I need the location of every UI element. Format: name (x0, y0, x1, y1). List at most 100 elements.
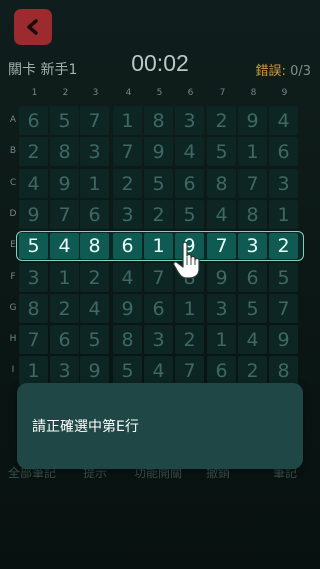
cell-D7[interactable]: 4 (207, 200, 236, 229)
cell-D4[interactable]: 3 (113, 200, 142, 229)
cell-A8[interactable]: 9 (238, 106, 267, 135)
column-label-4: 4 (125, 88, 132, 98)
column-label-6: 6 (187, 88, 194, 98)
cell-E7[interactable]: 7 (207, 233, 236, 259)
cell-B3[interactable]: 3 (80, 137, 109, 166)
row-label-A: A (9, 115, 17, 125)
cell-H2[interactable]: 6 (50, 325, 79, 354)
cell-E1[interactable]: 5 (19, 233, 48, 259)
cell-C9[interactable]: 3 (269, 169, 298, 198)
cell-C2[interactable]: 9 (50, 169, 79, 198)
cell-A2[interactable]: 5 (50, 106, 79, 135)
cell-B1[interactable]: 2 (19, 137, 48, 166)
row-label-B: B (9, 146, 17, 156)
cell-I5[interactable]: 4 (144, 356, 173, 385)
cell-E3[interactable]: 8 (80, 233, 109, 259)
cell-C6[interactable]: 6 (175, 169, 204, 198)
cell-G1[interactable]: 8 (19, 294, 48, 323)
cell-B6[interactable]: 4 (175, 137, 204, 166)
cell-F8[interactable]: 6 (238, 263, 267, 292)
row-label-H: H (9, 334, 17, 344)
toast-text: 請正確選中第E行 (32, 419, 139, 435)
cell-B2[interactable]: 8 (50, 137, 79, 166)
cell-D2[interactable]: 7 (50, 200, 79, 229)
cell-F7[interactable]: 9 (207, 263, 236, 292)
cell-A1[interactable]: 6 (19, 106, 48, 135)
cell-C1[interactable]: 4 (19, 169, 48, 198)
cell-C3[interactable]: 1 (80, 169, 109, 198)
cell-A3[interactable]: 7 (80, 106, 109, 135)
cell-F4[interactable]: 4 (113, 263, 142, 292)
cell-I3[interactable]: 9 (80, 356, 109, 385)
error-counter: 錯誤: 0/3 (256, 60, 311, 79)
column-label-7: 7 (219, 88, 226, 98)
cell-B7[interactable]: 5 (207, 137, 236, 166)
cell-B5[interactable]: 9 (144, 137, 173, 166)
cell-H3[interactable]: 5 (80, 325, 109, 354)
cell-E2[interactable]: 4 (50, 233, 79, 259)
cell-H8[interactable]: 4 (238, 325, 267, 354)
cell-D5[interactable]: 2 (144, 200, 173, 229)
column-label-5: 5 (156, 88, 163, 98)
cell-A6[interactable]: 3 (175, 106, 204, 135)
cell-H7[interactable]: 1 (207, 325, 236, 354)
cell-I6[interactable]: 7 (175, 356, 204, 385)
cell-A9[interactable]: 4 (269, 106, 298, 135)
cell-D6[interactable]: 5 (175, 200, 204, 229)
cell-D1[interactable]: 9 (19, 200, 48, 229)
chevron-left-icon (27, 19, 38, 35)
cell-F9[interactable]: 5 (269, 263, 298, 292)
cell-E9[interactable]: 2 (269, 233, 298, 259)
column-label-2: 2 (62, 88, 69, 98)
cell-A7[interactable]: 2 (207, 106, 236, 135)
cell-B8[interactable]: 1 (238, 137, 267, 166)
cell-E4[interactable]: 6 (113, 233, 142, 259)
cell-I4[interactable]: 5 (113, 356, 142, 385)
cell-H9[interactable]: 9 (269, 325, 298, 354)
row-label-C: C (9, 178, 17, 188)
cell-C4[interactable]: 2 (113, 169, 142, 198)
row-label-I: I (11, 365, 15, 375)
errors-count: 0/3 (290, 64, 311, 79)
cell-A5[interactable]: 8 (144, 106, 173, 135)
column-label-8: 8 (250, 88, 257, 98)
cell-H1[interactable]: 7 (19, 325, 48, 354)
cell-D3[interactable]: 6 (80, 200, 109, 229)
cell-H6[interactable]: 2 (175, 325, 204, 354)
cell-G5[interactable]: 6 (144, 294, 173, 323)
cell-B9[interactable]: 6 (269, 137, 298, 166)
cell-B4[interactable]: 7 (113, 137, 142, 166)
cell-G9[interactable]: 7 (269, 294, 298, 323)
cell-F2[interactable]: 1 (50, 263, 79, 292)
cell-D8[interactable]: 8 (238, 200, 267, 229)
back-button[interactable] (14, 9, 52, 45)
cell-C8[interactable]: 7 (238, 169, 267, 198)
cell-G4[interactable]: 9 (113, 294, 142, 323)
cell-D9[interactable]: 1 (269, 200, 298, 229)
row-label-F: F (10, 272, 16, 282)
cell-E5[interactable]: 1 (144, 233, 173, 259)
cell-I7[interactable]: 6 (207, 356, 236, 385)
tap-hand-icon (173, 241, 200, 279)
cell-C7[interactable]: 8 (207, 169, 236, 198)
cell-F3[interactable]: 2 (80, 263, 109, 292)
cell-H4[interactable]: 8 (113, 325, 142, 354)
cell-A4[interactable]: 1 (113, 106, 142, 135)
cell-I8[interactable]: 2 (238, 356, 267, 385)
errors-label: 錯誤: (255, 64, 286, 79)
cell-G3[interactable]: 4 (80, 294, 109, 323)
cell-G2[interactable]: 2 (50, 294, 79, 323)
cell-C5[interactable]: 5 (144, 169, 173, 198)
cell-G8[interactable]: 5 (238, 294, 267, 323)
cell-I9[interactable]: 8 (269, 356, 298, 385)
cell-G7[interactable]: 3 (207, 294, 236, 323)
cell-F5[interactable]: 7 (144, 263, 173, 292)
column-labels: 1 2 3 4 5 6 7 8 9 (19, 88, 301, 100)
cell-H5[interactable]: 3 (144, 325, 173, 354)
cell-G6[interactable]: 1 (175, 294, 204, 323)
cell-I1[interactable]: 1 (19, 356, 48, 385)
cell-I2[interactable]: 3 (50, 356, 79, 385)
cell-F1[interactable]: 3 (19, 263, 48, 292)
cell-E8[interactable]: 3 (238, 233, 267, 259)
row-label-D: D (9, 209, 17, 219)
